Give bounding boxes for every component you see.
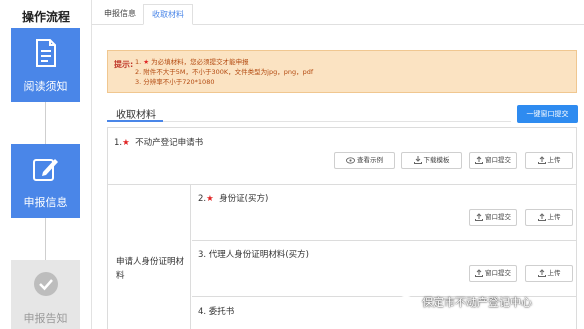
sidebar: 操作流程 阅读须知 申报信息 申报告知 xyxy=(0,0,92,329)
upload-label: 上传 xyxy=(547,156,561,164)
notice-line-1-text: 为必填材料，您必须提交才能申报 xyxy=(149,58,249,66)
material-group-cell: 申请人身份证明材料 xyxy=(108,185,191,329)
material-number: 2. xyxy=(198,194,207,204)
window-submit-button[interactable]: 窗口提交 xyxy=(469,152,517,169)
upload-label: 上传 xyxy=(547,269,561,277)
material-title: 1.★ 不动产登记申请书 xyxy=(114,136,203,148)
step-label: 申报信息 xyxy=(23,196,68,209)
window-submit-label: 窗口提交 xyxy=(485,156,511,164)
check-circle-icon xyxy=(33,272,58,296)
tab-bar: 申报信息 收取材料 xyxy=(92,0,584,25)
material-number: 1. xyxy=(114,138,123,148)
material-row-application-form: 1.★ 不动产登记申请书 查看示例 下载模板 窗口提交 上传 xyxy=(108,128,576,185)
section-divider xyxy=(163,121,511,122)
notice-line-2: 2. 附件不大于5M，不小于300K，文件类型为jpg，png，pdf xyxy=(135,68,314,76)
document-icon xyxy=(35,39,56,67)
download-icon xyxy=(413,156,422,164)
tab-declare-info[interactable]: 申报信息 xyxy=(96,4,144,25)
step-connector xyxy=(45,102,46,144)
section-title: 收取材料 xyxy=(116,110,156,121)
notice-text: 1. ★ 为必填材料，您必须提交才能申报 2. 附件不大于5M，不小于300K，… xyxy=(135,57,313,87)
tab-collect-materials[interactable]: 收取材料 xyxy=(143,4,193,25)
batch-window-submit-button[interactable]: 一键窗口提交 xyxy=(517,105,578,123)
material-name: 4. 委托书 xyxy=(198,307,235,317)
material-name: 身份证(买方) xyxy=(219,194,269,204)
upload-icon xyxy=(537,156,546,164)
notice-line-3: 3. 分辨率不小于720*1080 xyxy=(135,78,215,86)
watermark-text: 保定市不动产登记中心 xyxy=(422,296,532,309)
material-name: 不动产登记申请书 xyxy=(135,138,204,148)
material-row-agent-id: 3. 代理人身份证明材料(买方) 窗口提交 上传 xyxy=(192,241,576,297)
edit-icon xyxy=(32,159,58,181)
upload-button[interactable]: 上传 xyxy=(525,152,573,169)
step-label: 阅读须知 xyxy=(23,80,68,93)
required-star-icon: ★ xyxy=(122,138,130,148)
upload-icon xyxy=(475,269,483,277)
upload-icon xyxy=(475,156,483,164)
notice-box: 提示: 1. ★ 为必填材料，您必须提交才能申报 2. 附件不大于5M，不小于3… xyxy=(107,50,577,93)
section-underline xyxy=(107,120,163,122)
material-name: 3. 代理人身份证明材料(买方) xyxy=(198,250,309,260)
window-submit-label: 窗口提交 xyxy=(485,269,511,277)
upload-icon xyxy=(475,213,483,221)
required-star-icon: ★ xyxy=(206,194,214,204)
step-read-notice[interactable]: 阅读须知 xyxy=(11,28,80,102)
upload-button[interactable]: 上传 xyxy=(525,265,573,282)
upload-icon xyxy=(537,269,546,277)
notice-line-1: 1. ★ 为必填材料，您必须提交才能申报 xyxy=(135,57,313,67)
sidebar-title: 操作流程 xyxy=(21,10,70,24)
wechat-icon xyxy=(398,295,418,310)
step-declare-notice: 申报告知 xyxy=(11,260,80,329)
upload-icon xyxy=(537,213,546,221)
eye-icon xyxy=(346,156,355,164)
upload-button[interactable]: 上传 xyxy=(525,209,573,226)
step-connector xyxy=(45,218,46,260)
upload-label: 上传 xyxy=(547,213,561,221)
step-declare-info[interactable]: 申报信息 xyxy=(11,144,80,218)
window-submit-button[interactable]: 窗口提交 xyxy=(469,209,517,226)
step-label: 申报告知 xyxy=(23,312,68,325)
window-submit-button[interactable]: 窗口提交 xyxy=(469,265,517,282)
notice-label: 提示: xyxy=(114,60,134,69)
view-sample-button[interactable]: 查看示例 xyxy=(334,152,395,169)
download-template-label: 下载模板 xyxy=(423,156,450,164)
watermark: 保定市不动产登记中心 xyxy=(398,293,532,313)
material-row-id-card: 2.★ 身份证(买方) 窗口提交 上传 xyxy=(192,185,576,241)
view-sample-label: 查看示例 xyxy=(357,156,383,164)
window-submit-label: 窗口提交 xyxy=(485,213,511,221)
material-title: 2.★ 身份证(买方) xyxy=(198,192,268,204)
download-template-button[interactable]: 下载模板 xyxy=(401,152,462,169)
material-group-label: 申请人身份证明材料 xyxy=(116,257,185,281)
